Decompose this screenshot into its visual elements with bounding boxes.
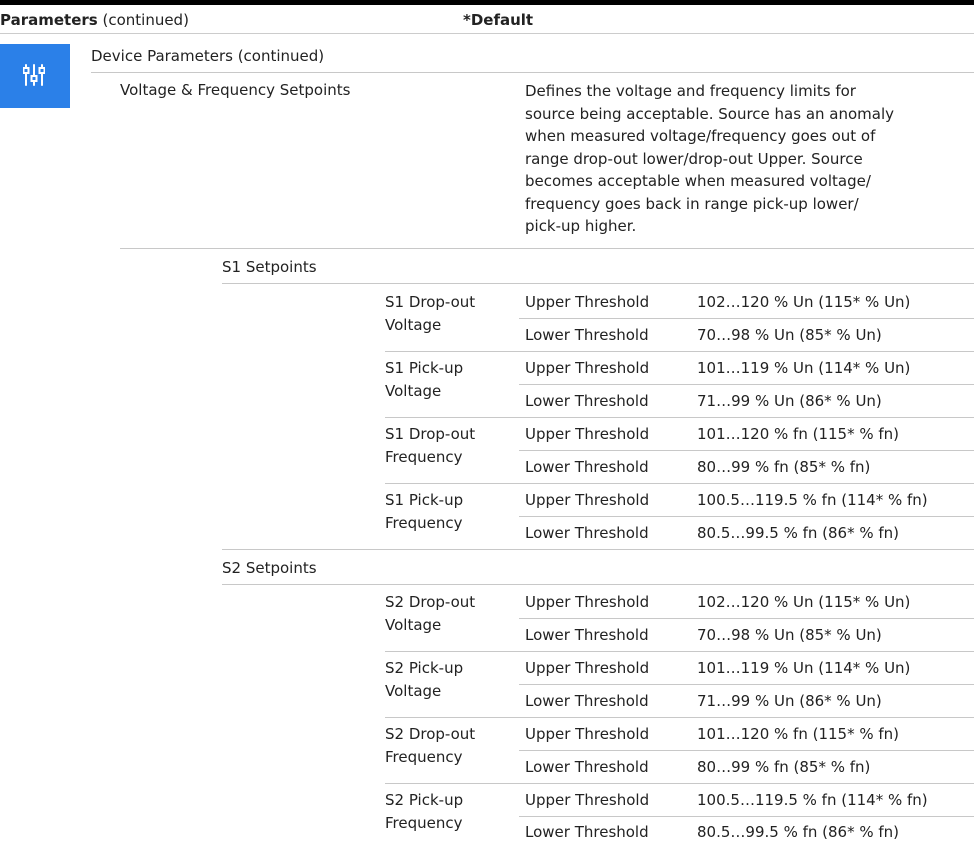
upper-threshold-label: Upper Threshold xyxy=(525,293,650,311)
group-divider xyxy=(385,651,974,652)
row-divider xyxy=(519,750,974,751)
description-line: pick-up higher. xyxy=(525,217,637,235)
lower-threshold-label: Lower Threshold xyxy=(525,524,649,542)
row-divider xyxy=(519,516,974,517)
group-divider xyxy=(385,417,974,418)
group-name-line: S2 Pick-up xyxy=(385,659,464,677)
group-name-line: S1 Drop-out xyxy=(385,293,476,311)
s2-group-3-name: S2 Drop-out Frequency xyxy=(385,723,475,769)
upper-threshold-value: 101…120 % fn (115* % fn) xyxy=(697,725,900,743)
group-name-line: S1 Pick-up xyxy=(385,359,464,377)
s1-setpoints-title: S1 Setpoints xyxy=(222,258,317,276)
lower-threshold-label: Lower Threshold xyxy=(525,758,649,776)
s2-group-1-name: S2 Drop-out Voltage xyxy=(385,591,475,637)
parameters-heading: Parameters (continued) xyxy=(0,7,189,33)
sliders-icon xyxy=(23,64,45,86)
group-name-line: Voltage xyxy=(385,682,442,700)
group-name-line: S2 Drop-out xyxy=(385,725,476,743)
s1-group-1-name: S1 Drop-out Voltage xyxy=(385,291,475,337)
default-note: *Default xyxy=(463,11,534,29)
upper-threshold-value: 102…120 % Un (115* % Un) xyxy=(697,593,911,611)
group-name-line: Frequency xyxy=(385,514,463,532)
upper-threshold-label: Upper Threshold xyxy=(525,725,650,743)
group-divider xyxy=(385,483,974,484)
upper-threshold-value: 100.5…119.5 % fn (114* % fn) xyxy=(697,491,928,509)
section-divider xyxy=(91,72,974,73)
lower-threshold-value: 80.5…99.5 % fn (86* % fn) xyxy=(697,823,900,841)
s2-divider xyxy=(222,584,974,585)
s2-setpoints-title: S2 Setpoints xyxy=(222,559,317,577)
group-name-line: S2 Drop-out xyxy=(385,593,476,611)
row-divider xyxy=(519,684,974,685)
lower-threshold-label: Lower Threshold xyxy=(525,458,649,476)
upper-threshold-value: 101…119 % Un (114* % Un) xyxy=(697,659,911,677)
description-line: Defines the voltage and frequency limits… xyxy=(525,82,856,100)
subsection-title: Voltage & Frequency Setpoints xyxy=(120,81,351,99)
upper-threshold-value: 100.5…119.5 % fn (114* % fn) xyxy=(697,791,928,809)
lower-threshold-label: Lower Threshold xyxy=(525,823,649,841)
lower-threshold-value: 71…99 % Un (86* % Un) xyxy=(697,692,882,710)
upper-threshold-label: Upper Threshold xyxy=(525,491,650,509)
description-line: when measured voltage/frequency goes out… xyxy=(525,127,876,145)
s1-divider xyxy=(222,283,974,284)
lower-threshold-label: Lower Threshold xyxy=(525,392,649,410)
row-divider xyxy=(519,318,974,319)
group-divider xyxy=(385,783,974,784)
upper-threshold-label: Upper Threshold xyxy=(525,659,650,677)
subsection-description: Defines the voltage and frequency limits… xyxy=(525,80,971,238)
group-name-line: Frequency xyxy=(385,814,463,832)
lower-threshold-value: 70…98 % Un (85* % Un) xyxy=(697,626,882,644)
lower-threshold-label: Lower Threshold xyxy=(525,326,649,344)
row-divider xyxy=(519,384,974,385)
group-name-line: S1 Drop-out xyxy=(385,425,476,443)
s2-group-4-name: S2 Pick-up Frequency xyxy=(385,789,463,835)
section-icon-box xyxy=(0,44,70,108)
lower-threshold-label: Lower Threshold xyxy=(525,626,649,644)
description-line: frequency goes back in range pick-up low… xyxy=(525,194,859,213)
upper-threshold-label: Upper Threshold xyxy=(525,425,650,443)
header-divider xyxy=(0,33,974,34)
lower-threshold-value: 80.5…99.5 % fn (86* % fn) xyxy=(697,524,900,542)
group-divider xyxy=(385,351,974,352)
parameters-heading-rest: (continued) xyxy=(97,11,189,29)
row-divider xyxy=(519,816,974,817)
lower-threshold-value: 71…99 % Un (86* % Un) xyxy=(697,392,882,410)
group-divider xyxy=(385,717,974,718)
upper-threshold-value: 101…120 % fn (115* % fn) xyxy=(697,425,900,443)
top-rule xyxy=(0,0,974,5)
s1-end-divider xyxy=(222,549,974,550)
upper-threshold-label: Upper Threshold xyxy=(525,593,650,611)
s2-group-2-name: S2 Pick-up Voltage xyxy=(385,657,463,703)
lower-threshold-value: 80…99 % fn (85* % fn) xyxy=(697,458,871,476)
description-line: becomes acceptable when measured voltage… xyxy=(525,172,871,190)
upper-threshold-value: 102…120 % Un (115* % Un) xyxy=(697,293,911,311)
lower-threshold-label: Lower Threshold xyxy=(525,692,649,710)
row-divider xyxy=(519,618,974,619)
upper-threshold-label: Upper Threshold xyxy=(525,359,650,377)
group-name-line: Voltage xyxy=(385,382,442,400)
group-name-line: Frequency xyxy=(385,448,463,466)
group-name-line: S1 Pick-up xyxy=(385,491,464,509)
upper-threshold-label: Upper Threshold xyxy=(525,791,650,809)
s1-group-3-name: S1 Drop-out Frequency xyxy=(385,423,475,469)
group-name-line: Frequency xyxy=(385,748,463,766)
parameters-heading-bold: Parameters xyxy=(0,11,98,29)
s1-group-4-name: S1 Pick-up Frequency xyxy=(385,489,463,535)
group-name-line: Voltage xyxy=(385,316,442,334)
s1-group-2-name: S1 Pick-up Voltage xyxy=(385,357,463,403)
section-title: Device Parameters (continued) xyxy=(91,47,325,65)
subsection-divider xyxy=(120,248,974,249)
lower-threshold-value: 80…99 % fn (85* % fn) xyxy=(697,758,871,776)
row-divider xyxy=(519,450,974,451)
description-line: range drop-out lower/drop-out Upper. Sou… xyxy=(525,149,863,168)
group-name-line: Voltage xyxy=(385,616,442,634)
lower-threshold-value: 70…98 % Un (85* % Un) xyxy=(697,326,882,344)
description-line: source being acceptable. Source has an a… xyxy=(525,104,895,123)
group-name-line: S2 Pick-up xyxy=(385,791,464,809)
upper-threshold-value: 101…119 % Un (114* % Un) xyxy=(697,359,911,377)
